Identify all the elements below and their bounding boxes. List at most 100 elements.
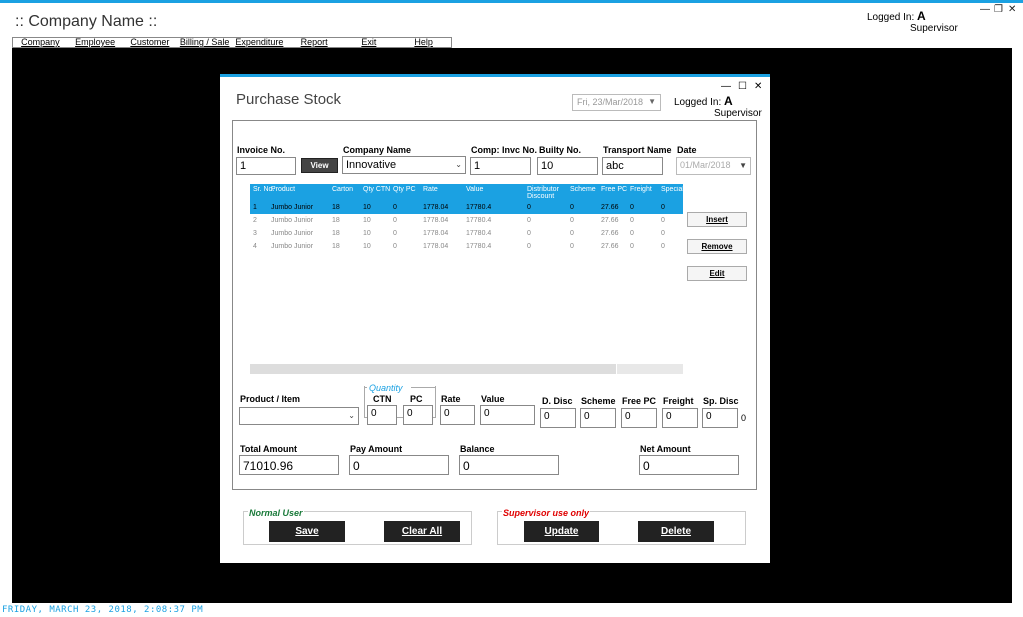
total-amount-input[interactable]: 71010.96 <box>239 455 339 475</box>
cell-product: Jumbo Junior <box>271 230 314 237</box>
items-grid[interactable]: Sr. No. Product Carton Qty CTN Qty PC Ra… <box>250 184 683 254</box>
cell-rate: 1778.04 <box>423 204 449 211</box>
comp-invc-label: Comp: Invc No. <box>471 145 538 155</box>
rate-label: Rate <box>441 394 461 404</box>
cell-carton: 18 <box>332 243 340 250</box>
col-carton[interactable]: Carton <box>332 186 353 193</box>
cell-freight: 0 <box>630 217 634 224</box>
current-date-picker[interactable]: Fri, 23/Mar/2018 ▼ <box>572 94 661 111</box>
cell-qty-ctn: 10 <box>363 204 371 211</box>
table-row[interactable]: 2 Jumbo Junior 18 10 0 1778.04 17780.4 0 0 27.66 0… <box>250 214 683 227</box>
table-row[interactable]: 4 Jumbo Junior 18 10 0 1778.04 17780.4 0 0 27.66 0… <box>250 240 683 253</box>
dialog-maximize-icon[interactable]: ☐ <box>738 81 747 92</box>
dialog-minimize-icon[interactable]: — <box>721 81 731 92</box>
col-qty-ctn[interactable]: Qty CTN <box>363 186 390 193</box>
sp-disc-input[interactable]: 0 <box>702 408 738 428</box>
menu-employee[interactable]: Employee <box>68 38 123 47</box>
dialog-logged-in-user: A <box>724 94 733 108</box>
grid-horizontal-scrollbar[interactable] <box>250 364 683 374</box>
rate-input[interactable]: 0 <box>440 405 475 425</box>
col-qty-pc[interactable]: Qty PC <box>393 186 416 193</box>
col-free-pc[interactable]: Free PC <box>601 186 627 193</box>
minimize-icon[interactable]: — <box>980 4 990 15</box>
free-pc-input[interactable]: 0 <box>621 408 657 428</box>
cell-value: 17780.4 <box>466 204 492 211</box>
close-icon[interactable]: ✕ <box>1008 4 1016 15</box>
dialog-title: Purchase Stock <box>236 91 342 108</box>
cell-rate: 1778.04 <box>423 230 449 237</box>
menu-exit[interactable]: Exit <box>342 38 397 47</box>
transport-label: Transport Name <box>603 145 672 155</box>
pc-input[interactable]: 0 <box>403 405 433 425</box>
value-input[interactable]: 0 <box>480 405 535 425</box>
comp-invc-input[interactable]: 1 <box>470 157 531 175</box>
menu-company[interactable]: Company <box>13 38 68 47</box>
update-button[interactable]: Update <box>524 521 599 542</box>
col-product[interactable]: Product <box>271 186 295 193</box>
invoice-input[interactable]: 1 <box>236 157 296 175</box>
d-disc-label: D. Disc <box>542 396 573 406</box>
insert-button[interactable]: Insert <box>687 212 747 227</box>
table-row[interactable]: 1 Jumbo Junior 18 10 0 1778.04 17780.4 0 0 27.66 0… <box>250 201 683 214</box>
cell-scheme: 0 <box>570 204 574 211</box>
d-disc-input[interactable]: 0 <box>540 408 576 428</box>
delete-button[interactable]: Delete <box>638 521 714 542</box>
menu-expenditure[interactable]: Expenditure <box>232 38 287 47</box>
cell-product: Jumbo Junior <box>271 243 314 250</box>
pay-amount-label: Pay Amount <box>350 444 403 454</box>
date-picker-value: 01/Mar/2018 <box>680 160 731 170</box>
cell-qty-pc: 0 <box>393 243 397 250</box>
date-label: Date <box>677 145 697 155</box>
col-distributor-discount[interactable]: Distributor Discount <box>527 186 567 200</box>
company-select[interactable]: Innovative ⌄ <box>342 156 466 174</box>
table-row[interactable]: 3 Jumbo Junior 18 10 0 1778.04 17780.4 0 0 27.66 0… <box>250 227 683 240</box>
col-special-discount[interactable]: Special Discou <box>661 186 683 193</box>
date-picker[interactable]: 01/Mar/2018 ▼ <box>676 157 751 175</box>
quantity-title: Quantity <box>368 383 404 393</box>
remove-button[interactable]: Remove <box>687 239 747 254</box>
col-scheme[interactable]: Scheme <box>570 186 596 193</box>
scheme-input[interactable]: 0 <box>580 408 616 428</box>
status-datetime: FRIDAY, MARCH 23, 2018, 2:08:37 PM <box>2 605 204 615</box>
purchase-stock-dialog: Purchase Stock Fri, 23/Mar/2018 ▼ Logged… <box>220 74 770 563</box>
chevron-down-icon: ▼ <box>739 161 747 170</box>
cell-scheme: 0 <box>570 217 574 224</box>
view-button[interactable]: View <box>301 158 338 173</box>
col-value[interactable]: Value <box>466 186 483 193</box>
restore-icon[interactable]: ❐ <box>994 4 1003 15</box>
quantity-group-edge-left <box>364 387 367 388</box>
supervisor-title: Supervisor use only <box>502 508 591 518</box>
balance-label: Balance <box>460 444 495 454</box>
clear-all-button[interactable]: Clear All <box>384 521 460 542</box>
net-amount-input[interactable]: 0 <box>639 455 739 475</box>
balance-input[interactable]: 0 <box>459 455 559 475</box>
cell-carton: 18 <box>332 217 340 224</box>
ctn-input[interactable]: 0 <box>367 405 397 425</box>
col-freight[interactable]: Freight <box>630 186 652 193</box>
purchase-form-panel: Invoice No. 1 View Company Name Innovati… <box>232 120 757 490</box>
pay-amount-input[interactable]: 0 <box>349 455 449 475</box>
cell-qty-ctn: 10 <box>363 217 371 224</box>
company-select-value: Innovative <box>346 159 397 171</box>
product-select[interactable]: ⌄ <box>239 407 359 425</box>
cell-product: Jumbo Junior <box>271 204 314 211</box>
cell-qty-ctn: 10 <box>363 243 371 250</box>
menu-help[interactable]: Help <box>396 38 451 47</box>
cell-sr-no: 2 <box>253 217 257 224</box>
app-title: :: Company Name :: <box>15 13 158 30</box>
save-button[interactable]: Save <box>269 521 345 542</box>
cell-sr-no: 3 <box>253 230 257 237</box>
col-rate[interactable]: Rate <box>423 186 438 193</box>
menu-report[interactable]: Report <box>287 38 342 47</box>
cell-distributor-discount: 0 <box>527 230 531 237</box>
transport-input[interactable]: abc <box>602 157 663 175</box>
logged-in-user: A <box>917 9 926 23</box>
cell-free-pc: 27.66 <box>601 230 619 237</box>
menu-customer[interactable]: Customer <box>123 38 178 47</box>
builty-input[interactable]: 10 <box>537 157 598 175</box>
edit-button[interactable]: Edit <box>687 266 747 281</box>
menu-billing-sale[interactable]: Billing / Sale <box>177 38 232 47</box>
logged-in-label: Logged In: <box>867 12 915 23</box>
freight-input[interactable]: 0 <box>662 408 698 428</box>
dialog-close-icon[interactable]: ✕ <box>754 81 762 92</box>
